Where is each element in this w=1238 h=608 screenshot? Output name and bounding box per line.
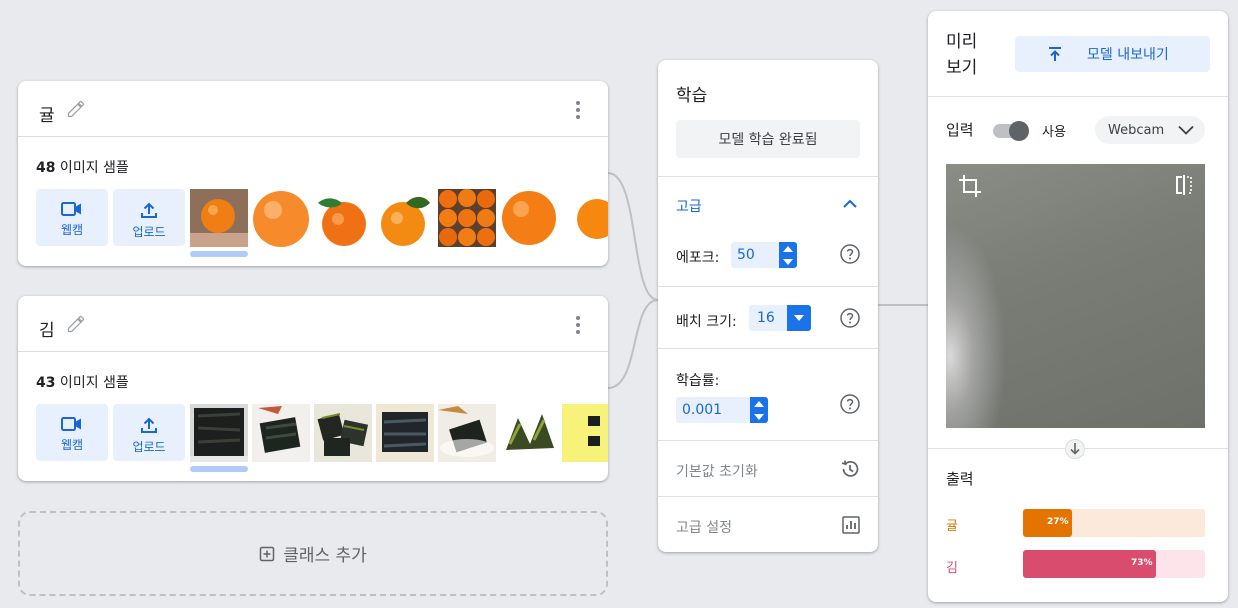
input-label: 입력 xyxy=(946,121,974,139)
divider xyxy=(928,96,1228,97)
training-title: 학습 xyxy=(676,86,708,106)
epochs-label: 에포크: xyxy=(676,250,720,266)
webcam-button[interactable]: 웹캠 xyxy=(36,189,108,246)
thumbnail[interactable] xyxy=(438,189,496,247)
class-card-header: 귤 xyxy=(18,81,608,137)
upload-icon xyxy=(141,417,157,433)
thumbnail[interactable] xyxy=(190,404,248,462)
export-upload-icon xyxy=(1049,47,1061,61)
training-panel: 학습 모델 학습 완료됨 고급 에포크: 50 배치 크기: 16 학습률: 0… xyxy=(658,60,878,552)
bar-chart-icon[interactable] xyxy=(842,516,860,534)
more-options-icon[interactable] xyxy=(570,316,586,334)
preview-panel: 미리보기 모델 내보내기 입력 사용 Webcam 출력 귤 27% 김 73% xyxy=(928,11,1228,602)
sample-thumbnails xyxy=(190,189,608,247)
history-icon[interactable] xyxy=(840,459,860,479)
class-name[interactable]: 김 xyxy=(39,316,55,341)
learning-rate-stepper[interactable]: 0.001 xyxy=(676,397,768,423)
arrow-up-icon[interactable] xyxy=(783,245,793,252)
help-icon[interactable] xyxy=(840,244,860,264)
webcam-feed xyxy=(946,164,1205,428)
divider xyxy=(658,440,878,441)
chevron-up-icon[interactable] xyxy=(840,194,860,214)
divider xyxy=(658,286,878,287)
thumbnail-selection-bar xyxy=(190,251,248,257)
sample-count: 43 이미지 샘플 xyxy=(36,375,129,391)
webcam-button[interactable]: 웹캠 xyxy=(36,404,108,461)
toggle-state-label: 사용 xyxy=(1042,125,1066,140)
help-icon[interactable] xyxy=(840,394,860,414)
learning-rate-label: 학습률: xyxy=(676,373,720,389)
preview-title: 미리보기 xyxy=(946,32,978,78)
class-card-header: 김 xyxy=(18,296,608,352)
thumbnail[interactable] xyxy=(500,404,558,462)
thumbnail[interactable] xyxy=(500,189,558,247)
video-camera-icon xyxy=(61,417,81,431)
train-model-button[interactable]: 모델 학습 완료됨 xyxy=(676,120,860,158)
batch-size-select[interactable]: 16 xyxy=(749,305,811,331)
confidence-percent: 27% xyxy=(1047,517,1069,527)
confidence-bar: 73% xyxy=(1023,550,1205,578)
arrow-down-circle-icon xyxy=(1065,439,1085,459)
dropdown-arrow-icon xyxy=(794,315,804,321)
divider xyxy=(658,496,878,497)
help-icon[interactable] xyxy=(840,308,860,328)
input-toggle[interactable] xyxy=(993,121,1029,141)
thumbnail[interactable] xyxy=(376,189,434,247)
input-source-select[interactable]: Webcam xyxy=(1095,116,1205,144)
thumbnail-selection-bar xyxy=(190,466,248,472)
reset-defaults-button[interactable]: 기본값 초기화 xyxy=(676,461,758,481)
stepper-arrows[interactable] xyxy=(750,397,768,423)
advanced-toggle-label[interactable]: 고급 xyxy=(676,196,702,216)
thumbnail[interactable] xyxy=(314,404,372,462)
epochs-stepper[interactable]: 50 xyxy=(731,242,797,268)
thumbnail[interactable] xyxy=(376,404,434,462)
edit-pencil-icon[interactable] xyxy=(66,314,86,334)
chevron-down-icon xyxy=(1178,125,1194,135)
thumbnail[interactable] xyxy=(562,189,608,247)
upload-icon xyxy=(141,202,157,218)
output-label: 출력 xyxy=(946,470,974,488)
thumbnail[interactable] xyxy=(252,189,310,247)
output-class-name: 김 xyxy=(946,561,958,576)
arrow-down-icon[interactable] xyxy=(754,413,764,420)
divider xyxy=(658,348,878,349)
stepper-arrows[interactable] xyxy=(779,242,797,268)
add-box-icon xyxy=(259,546,275,561)
batch-size-label: 배치 크기: xyxy=(676,314,737,330)
thumbnail[interactable] xyxy=(252,404,310,462)
arrow-down-icon[interactable] xyxy=(783,258,793,265)
thumbnail[interactable] xyxy=(562,404,608,462)
arrow-up-icon[interactable] xyxy=(754,400,764,407)
upload-button[interactable]: 업로드 xyxy=(113,404,185,461)
add-class-button[interactable]: 클래스 추가 xyxy=(18,511,608,596)
thumbnail[interactable] xyxy=(314,189,372,247)
confidence-percent: 73% xyxy=(1131,558,1153,568)
advanced-settings-button[interactable]: 고급 설정 xyxy=(676,517,732,537)
class-card-1: 귤 48 이미지 샘플 웹캠 업로드 xyxy=(18,81,608,266)
edit-pencil-icon[interactable] xyxy=(66,99,86,119)
class-card-2: 김 43 이미지 샘플 웹캠 업로드 xyxy=(18,296,608,481)
thumbnail[interactable] xyxy=(438,404,496,462)
upload-button[interactable]: 업로드 xyxy=(113,189,185,246)
sample-count: 48 이미지 샘플 xyxy=(36,160,129,176)
more-options-icon[interactable] xyxy=(570,101,586,119)
class-name[interactable]: 귤 xyxy=(39,101,55,126)
sample-thumbnails xyxy=(190,404,608,462)
thumbnail[interactable] xyxy=(190,189,248,247)
divider xyxy=(658,176,878,177)
export-model-button[interactable]: 모델 내보내기 xyxy=(1015,36,1210,72)
confidence-bar: 27% xyxy=(1023,509,1205,537)
video-camera-icon xyxy=(61,202,81,216)
output-class-name: 귤 xyxy=(946,519,958,534)
flip-icon[interactable] xyxy=(1173,174,1195,196)
crop-icon[interactable] xyxy=(958,174,982,198)
